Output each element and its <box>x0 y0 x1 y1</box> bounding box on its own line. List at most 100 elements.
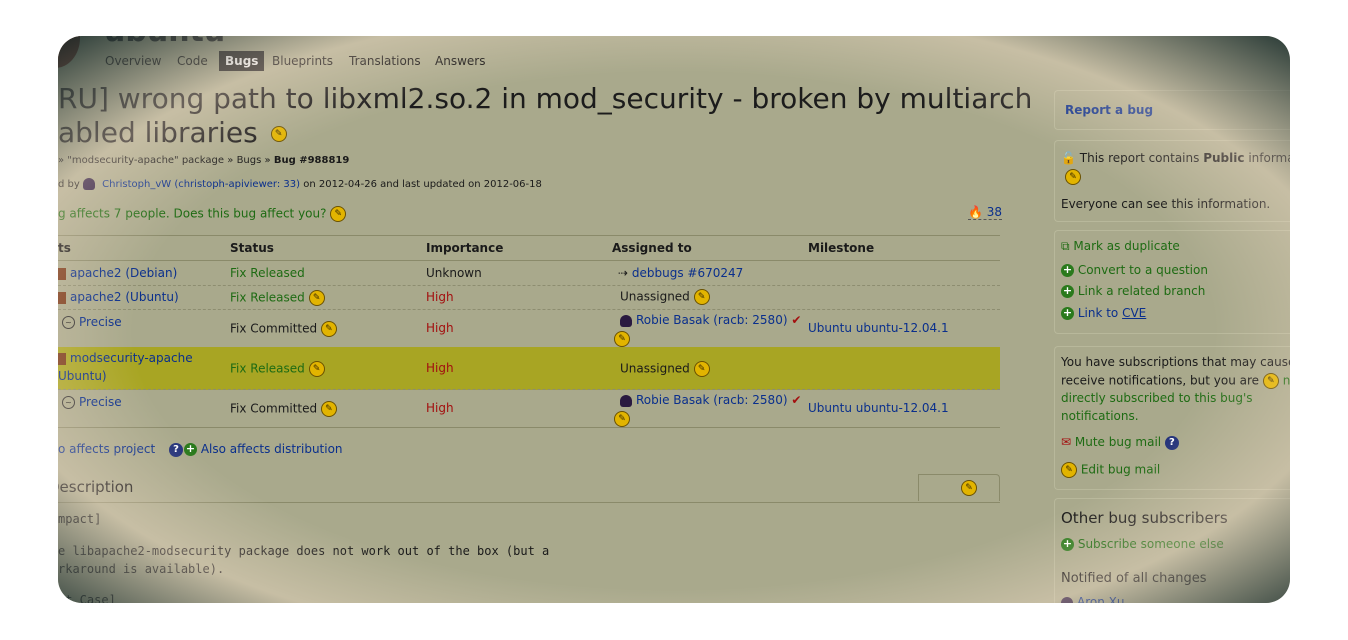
edit-description-icon[interactable]: ✎ <box>961 480 977 496</box>
affects-link-wrap[interactable]: Ubuntu) <box>58 369 107 383</box>
convert-question[interactable]: + Convert to a question <box>1061 263 1208 277</box>
status-cell[interactable]: Fix Released ✎ <box>230 290 325 306</box>
edit-assignee-icon[interactable]: ✎ <box>614 331 630 347</box>
convert-question-label[interactable]: Convert to a question <box>1078 263 1208 277</box>
subs-note-text: receive notifications, but you are <box>1061 373 1260 388</box>
edit-title-icon[interactable]: ✎ <box>270 126 287 142</box>
project-wordmark: ubuntu <box>104 36 225 49</box>
affects-cell[interactable]: apache2 (Debian) <box>58 266 177 280</box>
tab-blueprints[interactable]: Blueprints <box>272 54 333 68</box>
affects-link[interactable]: Precise <box>79 315 122 329</box>
edit-assignee-icon[interactable]: ✎ <box>614 411 630 427</box>
report-bug-link[interactable]: Report a bug <box>1065 103 1153 117</box>
affects-link[interactable]: apache2 (Ubuntu) <box>70 290 179 304</box>
link-cve[interactable]: + Link to CVE <box>1061 306 1146 320</box>
affects-cell[interactable]: modsecurity-apache <box>58 351 193 365</box>
affects-cell[interactable]: apache2 (Ubuntu) <box>58 290 179 304</box>
reported-dates: on 2012-04-26 and last updated on 2012-0… <box>303 179 542 190</box>
tab-answers[interactable]: Answers <box>435 54 485 68</box>
assigned-cell[interactable]: Robie Basak (racb: 2580) ✔ <box>620 313 801 327</box>
edit-status-icon[interactable]: ✎ <box>308 361 325 377</box>
subscribe-someone[interactable]: + Subscribe someone else <box>1061 537 1224 551</box>
assignee-link[interactable]: Robie Basak (racb: 2580) <box>636 393 788 407</box>
edit-subscription-icon[interactable]: ✎ <box>1262 373 1279 389</box>
cve-abbr[interactable]: CVE <box>1122 306 1146 320</box>
mute-bug-mail[interactable]: ✉ Mute bug mail ? <box>1061 435 1179 450</box>
affects-cell[interactable]: ~ Precise <box>62 395 122 409</box>
assigned-cell[interactable]: Unassigned ✎ <box>620 289 710 305</box>
flame-icon: 🔥 <box>968 205 983 219</box>
bug-heat: 🔥 38 <box>968 205 1003 220</box>
col-importance: Importance <box>426 241 504 255</box>
duplicate-icon: ⧉ <box>1061 239 1070 253</box>
affects-link[interactable]: Precise <box>79 395 122 409</box>
mark-duplicate-label[interactable]: Mark as duplicate <box>1073 239 1179 253</box>
affects-people-text[interactable]: g affects 7 people. Does this bug affect… <box>58 207 327 221</box>
reported-by-line: d by Christoph_vW (christoph-apiviewer: … <box>58 178 542 190</box>
remote-bug-link[interactable]: debbugs #670247 <box>632 266 743 280</box>
add-icon: + <box>1061 306 1074 320</box>
bug-title-text: abled libraries <box>58 116 258 149</box>
affects-link[interactable]: modsecurity-apache <box>70 351 193 365</box>
tab-bugs[interactable]: Bugs <box>219 51 265 71</box>
tab-translations[interactable]: Translations <box>349 54 421 68</box>
mark-duplicate[interactable]: ⧉ Mark as duplicate <box>1061 239 1180 254</box>
not-subscribed-link[interactable]: not <box>1283 374 1290 388</box>
assigned-cell[interactable]: Robie Basak (racb: 2580) ✔ <box>620 393 801 407</box>
subscriber-name[interactable]: Aron Xu <box>1077 595 1124 603</box>
edit-status-icon[interactable]: ✎ <box>320 321 337 337</box>
affects-cell[interactable]: ~ Precise <box>62 315 122 329</box>
edit-assignee-icon[interactable]: ✎ <box>693 289 710 305</box>
edit-affects-icon[interactable]: ✎ <box>330 206 347 222</box>
edit-assignee-icon[interactable]: ✎ <box>693 361 710 377</box>
package-icon <box>58 291 66 304</box>
mute-label[interactable]: Mute bug mail <box>1075 435 1161 449</box>
edit-bug-mail[interactable]: ✎ Edit bug mail <box>1061 462 1160 478</box>
tab-code[interactable]: Code <box>177 54 208 68</box>
description-edit-tab <box>918 474 1000 501</box>
status-cell[interactable]: Fix Committed ✎ <box>230 321 337 337</box>
assignee-link[interactable]: Robie Basak (racb: 2580) <box>636 313 788 327</box>
link-branch[interactable]: + Link a related branch <box>1061 284 1205 298</box>
edit-status-icon[interactable]: ✎ <box>308 290 325 306</box>
assigned-cell[interactable]: ⇢ debbugs #670247 <box>618 266 743 280</box>
status-cell[interactable]: Fix Committed ✎ <box>230 401 337 417</box>
package-icon <box>58 267 66 280</box>
also-affects-project-label[interactable]: o affects project <box>58 442 155 456</box>
milestone-cell[interactable]: Ubuntu ubuntu-12.04.1 <box>808 401 949 415</box>
ubuntu-logo <box>58 36 80 68</box>
affects-link[interactable]: apache2 (Debian) <box>70 266 177 280</box>
status-cell[interactable]: Fix Released ✎ <box>230 361 325 377</box>
help-icon[interactable]: ? <box>1164 435 1179 450</box>
subscribe-someone-label[interactable]: Subscribe someone else <box>1078 537 1224 551</box>
subscriber-item[interactable]: Aron Xu <box>1061 595 1124 603</box>
subscribers-box: Other bug subscribers + Subscribe someon… <box>1054 498 1290 603</box>
edit-status-icon[interactable]: ✎ <box>320 401 337 417</box>
assigned-check-icon: ✔ <box>791 313 802 327</box>
edit-privacy-icon[interactable]: ✎ <box>1065 169 1081 185</box>
also-affects-project[interactable]: o affects project ? <box>58 442 184 457</box>
reporter-link[interactable]: Christoph_vW <box>102 179 171 190</box>
assigned-cell[interactable]: Unassigned ✎ <box>620 361 710 377</box>
col-affects: ts <box>58 241 71 255</box>
breadcrumb-separator: » <box>264 155 271 166</box>
mute-icon: ✉ <box>1061 435 1072 449</box>
breadcrumb-package[interactable]: » "modsecurity-apache" package <box>58 155 224 166</box>
person-icon <box>82 178 95 190</box>
importance-cell: High <box>426 361 454 375</box>
status-text: Fix Committed <box>230 401 318 416</box>
link-cve-prefix[interactable]: Link to <box>1078 306 1118 320</box>
importance-cell: High <box>426 321 454 335</box>
also-affects-distribution[interactable]: + Also affects distribution <box>184 442 343 456</box>
help-icon[interactable]: ? <box>169 442 184 457</box>
add-icon: + <box>1061 537 1074 551</box>
tab-overview[interactable]: Overview <box>105 54 162 68</box>
milestone-cell[interactable]: Ubuntu ubuntu-12.04.1 <box>808 321 949 335</box>
not-subscribed-link[interactable]: notifications. <box>1061 409 1139 423</box>
not-subscribed-link[interactable]: directly subscribed to this bug's <box>1061 391 1253 405</box>
breadcrumb-bugs[interactable]: Bugs <box>237 155 262 166</box>
breadcrumb: » "modsecurity-apache" package » Bugs » … <box>58 155 349 166</box>
also-affects-distribution-label[interactable]: Also affects distribution <box>201 442 343 456</box>
edit-bug-mail-label[interactable]: Edit bug mail <box>1081 463 1160 477</box>
link-branch-label[interactable]: Link a related branch <box>1078 284 1206 298</box>
